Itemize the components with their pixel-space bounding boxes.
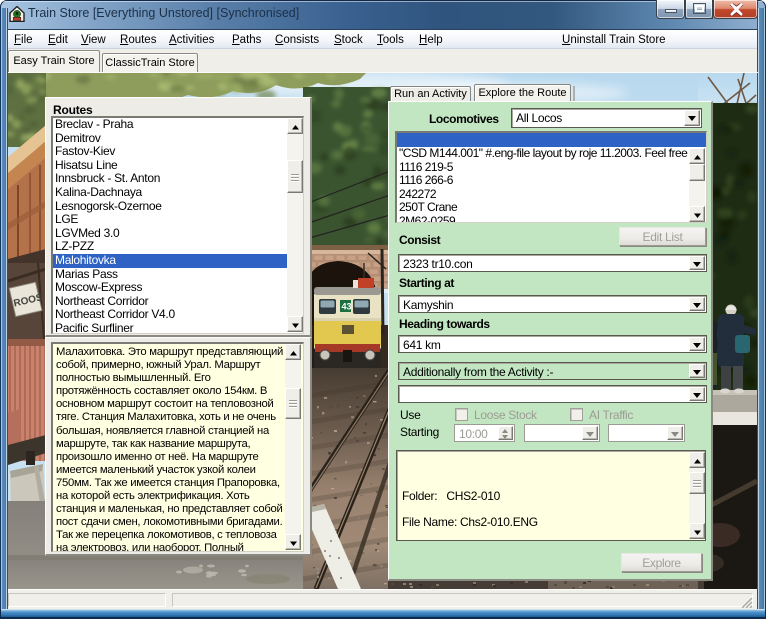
svg-text:43: 43 — [342, 302, 352, 312]
